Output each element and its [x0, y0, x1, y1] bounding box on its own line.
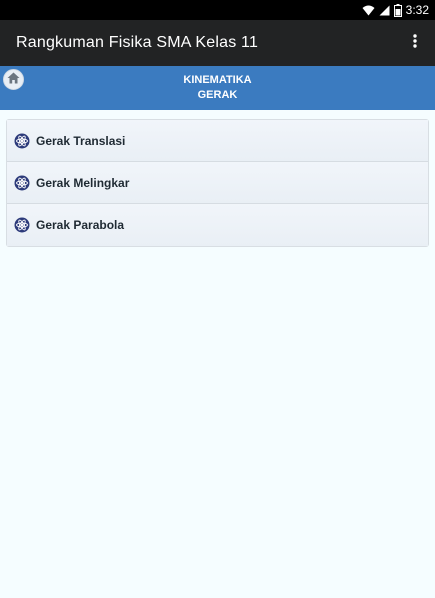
list-item-label: Gerak Melingkar	[36, 175, 130, 190]
battery-icon	[393, 3, 402, 17]
list-item-label: Gerak Translasi	[36, 133, 126, 148]
section-title: KINEMATIKA GERAK	[183, 73, 251, 103]
section-title-line1: KINEMATIKA	[183, 74, 252, 86]
atom-icon	[13, 174, 30, 191]
topic-list: Gerak Translasi Gerak Melingkar Gerak Pa…	[6, 119, 429, 247]
status-bar: 3:32	[0, 0, 435, 20]
overflow-menu-button[interactable]	[395, 20, 435, 66]
home-button[interactable]	[3, 69, 24, 90]
wifi-icon	[362, 5, 375, 16]
status-time: 3:32	[405, 3, 429, 17]
more-vert-icon	[413, 33, 417, 53]
home-icon	[7, 71, 20, 89]
section-title-line2: GERAK	[197, 89, 238, 101]
signal-icon	[379, 5, 390, 16]
app-bar: Rangkuman Fisika SMA Kelas 11	[0, 20, 435, 66]
app-title: Rangkuman Fisika SMA Kelas 11	[16, 34, 259, 51]
atom-icon	[13, 217, 30, 234]
list-item-gerak-translasi[interactable]: Gerak Translasi	[7, 120, 428, 162]
atom-icon	[13, 132, 30, 149]
list-item-gerak-parabola[interactable]: Gerak Parabola	[7, 204, 428, 246]
list-item-gerak-melingkar[interactable]: Gerak Melingkar	[7, 162, 428, 204]
section-header: KINEMATIKA GERAK	[0, 66, 435, 110]
list-item-label: Gerak Parabola	[36, 218, 125, 232]
